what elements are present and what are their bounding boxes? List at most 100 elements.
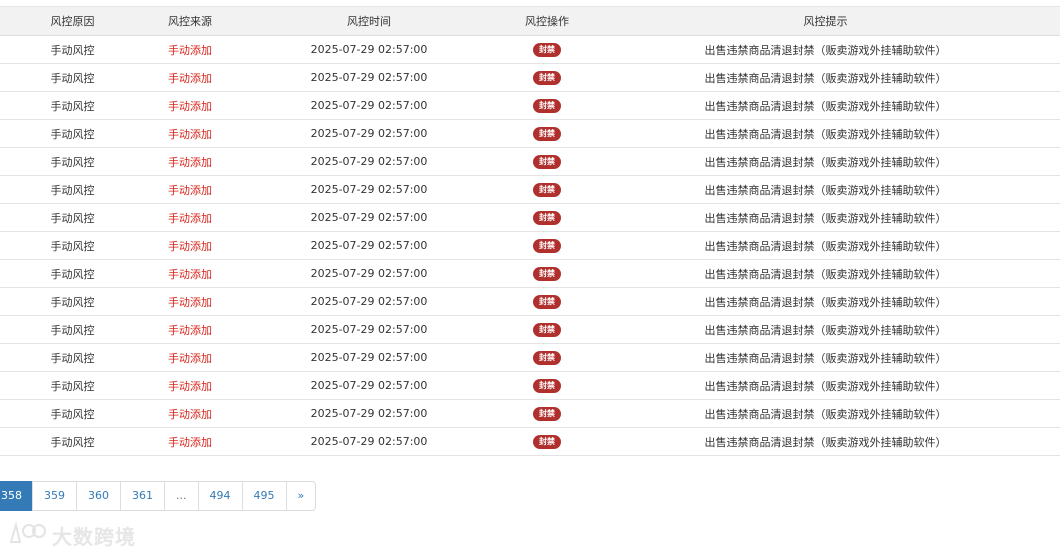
cell-tip: 出售违禁商品清退封禁（贩卖游戏外挂辅助软件）	[704, 351, 947, 365]
ban-badge: 封禁	[533, 211, 561, 225]
next-page-button[interactable]: »	[285, 481, 317, 511]
table-row: 手动风控 手动添加 2025-07-29 02:57:00 封禁 出售违禁商品清退封禁（…	[0, 344, 1060, 372]
cell-source: 手动添加	[168, 43, 212, 57]
page-link[interactable]: 359	[32, 481, 77, 511]
watermark: 大数跨境	[8, 520, 136, 551]
page-link[interactable]: 495	[241, 481, 287, 511]
cell-tip: 出售违禁商品清退封禁（贩卖游戏外挂辅助软件）	[704, 379, 947, 393]
cell-action: 封禁	[503, 378, 591, 393]
ban-badge: 封禁	[533, 379, 561, 393]
page-link[interactable]: 494	[197, 481, 243, 511]
table-row: 手动风控 手动添加 2025-07-29 02:57:00 封禁 出售违禁商品清退封禁（…	[0, 64, 1060, 92]
cell-tip: 出售违禁商品清退封禁（贩卖游戏外挂辅助软件）	[704, 211, 947, 225]
cell-action: 封禁	[503, 126, 591, 141]
cell-action: 封禁	[503, 154, 591, 169]
cell-action: 封禁	[503, 322, 591, 337]
cell-time: 2025-07-29 02:57:00	[310, 267, 428, 280]
table-row: 手动风控 手动添加 2025-07-29 02:57:00 封禁 出售违禁商品清退封禁（…	[0, 260, 1060, 288]
ban-badge: 封禁	[533, 295, 561, 309]
cell-reason: 手动风控	[50, 407, 95, 421]
header-tip: 风控提示	[803, 15, 848, 28]
cell-action: 封禁	[503, 182, 591, 197]
cell-reason: 手动风控	[50, 435, 95, 449]
cell-time: 2025-07-29 02:57:00	[310, 435, 428, 448]
cell-action: 封禁	[503, 266, 591, 281]
table-row: 手动风控 手动添加 2025-07-29 02:57:00 封禁 出售违禁商品清退封禁（…	[0, 428, 1060, 456]
cell-tip: 出售违禁商品清退封禁（贩卖游戏外挂辅助软件）	[704, 183, 947, 197]
cell-action: 封禁	[503, 434, 591, 449]
table-row: 手动风控 手动添加 2025-07-29 02:57:00 封禁 出售违禁商品清退封禁（…	[0, 120, 1060, 148]
table-row: 手动风控 手动添加 2025-07-29 02:57:00 封禁 出售违禁商品清退封禁（…	[0, 36, 1060, 64]
page-current[interactable]: 358	[0, 481, 33, 511]
cell-tip: 出售违禁商品清退封禁（贩卖游戏外挂辅助软件）	[704, 295, 947, 309]
header-action: 风控操作	[525, 15, 569, 28]
cell-source: 手动添加	[168, 323, 212, 337]
page-link[interactable]: 361	[120, 481, 165, 511]
ban-badge: 封禁	[533, 407, 561, 421]
cell-source: 手动添加	[168, 239, 212, 253]
table-row: 手动风控 手动添加 2025-07-29 02:57:00 封禁 出售违禁商品清退封禁（…	[0, 372, 1060, 400]
ban-badge: 封禁	[533, 351, 561, 365]
table-row: 手动风控 手动添加 2025-07-29 02:57:00 封禁 出售违禁商品清退封禁（…	[0, 288, 1060, 316]
page-link[interactable]: 360	[76, 481, 121, 511]
cell-source: 手动添加	[168, 407, 212, 421]
cell-source: 手动添加	[168, 295, 212, 309]
cell-reason: 手动风控	[50, 379, 95, 393]
cell-action: 封禁	[503, 238, 591, 253]
cell-tip: 出售违禁商品清退封禁（贩卖游戏外挂辅助软件）	[704, 127, 947, 141]
cell-time: 2025-07-29 02:57:00	[310, 323, 428, 336]
cell-action: 封禁	[503, 98, 591, 113]
table-row: 手动风控 手动添加 2025-07-29 02:57:00 封禁 出售违禁商品清退封禁（…	[0, 176, 1060, 204]
cell-source: 手动添加	[168, 267, 212, 281]
cell-reason: 手动风控	[50, 295, 95, 309]
cell-time: 2025-07-29 02:57:00	[310, 183, 428, 196]
cell-time: 2025-07-29 02:57:00	[310, 379, 428, 392]
cell-tip: 出售违禁商品清退封禁（贩卖游戏外挂辅助软件）	[704, 71, 947, 85]
cell-source: 手动添加	[168, 155, 212, 169]
cell-source: 手动添加	[168, 71, 212, 85]
ban-badge: 封禁	[533, 99, 561, 113]
table-row: 手动风控 手动添加 2025-07-29 02:57:00 封禁 出售违禁商品清退封禁（…	[0, 232, 1060, 260]
ban-badge: 封禁	[533, 435, 561, 449]
ban-badge: 封禁	[533, 155, 561, 169]
cell-reason: 手动风控	[50, 71, 95, 85]
brand-logo-icon	[8, 520, 46, 551]
cell-time: 2025-07-29 02:57:00	[310, 155, 428, 168]
page-ellipsis: ...	[164, 481, 199, 511]
header-source: 风控来源	[168, 15, 212, 28]
cell-reason: 手动风控	[50, 351, 95, 365]
cell-time: 2025-07-29 02:57:00	[310, 407, 428, 420]
cell-time: 2025-07-29 02:57:00	[310, 99, 428, 112]
cell-tip: 出售违禁商品清退封禁（贩卖游戏外挂辅助软件）	[704, 239, 947, 253]
cell-reason: 手动风控	[50, 43, 95, 57]
ban-badge: 封禁	[533, 71, 561, 85]
cell-reason: 手动风控	[50, 323, 95, 337]
table-row: 手动风控 手动添加 2025-07-29 02:57:00 封禁 出售违禁商品清退封禁（…	[0, 316, 1060, 344]
ban-badge: 封禁	[533, 323, 561, 337]
ban-badge: 封禁	[533, 267, 561, 281]
header-time: 风控时间	[347, 15, 391, 28]
watermark-text: 大数跨境	[52, 525, 136, 549]
table-header: 风控原因 风控来源 风控时间 风控操作 风控提示	[0, 6, 1060, 36]
cell-source: 手动添加	[168, 351, 212, 365]
cell-time: 2025-07-29 02:57:00	[310, 295, 428, 308]
cell-action: 封禁	[503, 406, 591, 421]
ban-badge: 封禁	[533, 183, 561, 197]
table-row: 手动风控 手动添加 2025-07-29 02:57:00 封禁 出售违禁商品清退封禁（…	[0, 204, 1060, 232]
risk-control-table: 风控原因 风控来源 风控时间 风控操作 风控提示 手动风控 手动添加 2025-07…	[0, 6, 1060, 456]
cell-tip: 出售违禁商品清退封禁（贩卖游戏外挂辅助软件）	[704, 43, 947, 57]
cell-reason: 手动风控	[50, 155, 95, 169]
cell-source: 手动添加	[168, 127, 212, 141]
cell-reason: 手动风控	[50, 183, 95, 197]
ban-badge: 封禁	[533, 239, 561, 253]
cell-tip: 出售违禁商品清退封禁（贩卖游戏外挂辅助软件）	[704, 435, 947, 449]
cell-tip: 出售违禁商品清退封禁（贩卖游戏外挂辅助软件）	[704, 99, 947, 113]
cell-reason: 手动风控	[50, 99, 95, 113]
cell-tip: 出售违禁商品清退封禁（贩卖游戏外挂辅助软件）	[704, 407, 947, 421]
cell-action: 封禁	[503, 70, 591, 85]
cell-time: 2025-07-29 02:57:00	[310, 351, 428, 364]
cell-action: 封禁	[503, 294, 591, 309]
ban-badge: 封禁	[533, 127, 561, 141]
cell-time: 2025-07-29 02:57:00	[310, 211, 428, 224]
cell-action: 封禁	[503, 350, 591, 365]
